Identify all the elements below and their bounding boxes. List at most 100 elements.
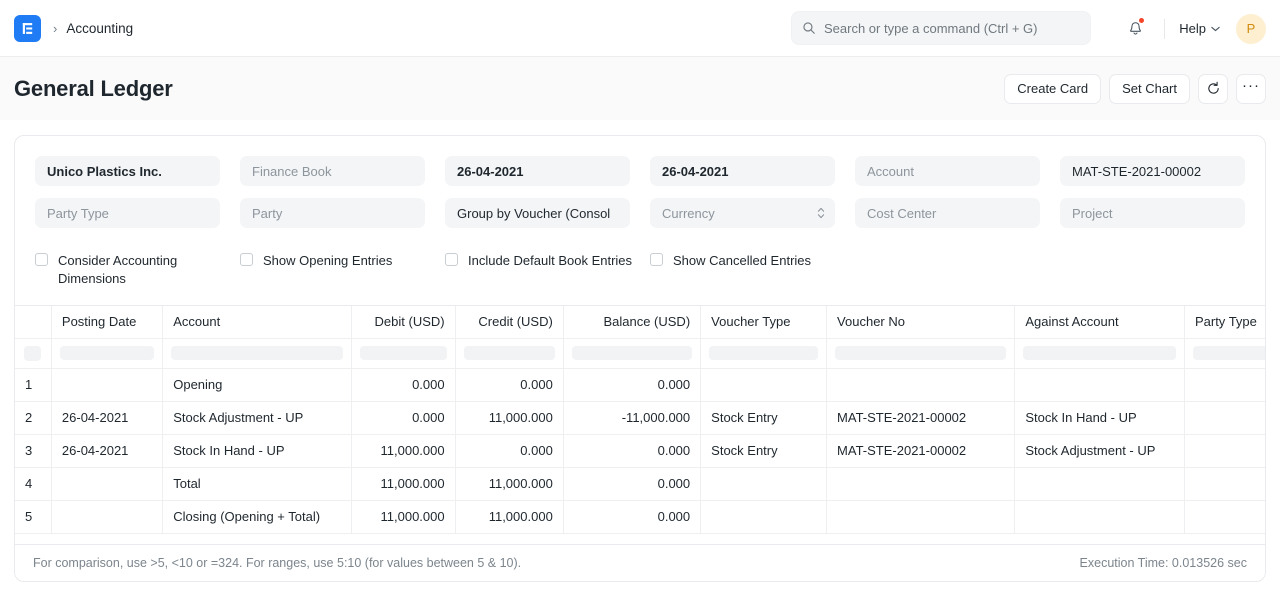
column-header-voucher_type[interactable]: Voucher Type [701, 306, 827, 338]
cell-against_account[interactable] [1015, 467, 1185, 500]
column-header-balance[interactable]: Balance (USD) [563, 306, 700, 338]
more-options-button[interactable]: ··· [1236, 74, 1266, 104]
cell-credit[interactable]: 11,000.000 [455, 500, 563, 533]
column-filter-input[interactable] [360, 346, 447, 360]
column-filter-input[interactable] [572, 346, 692, 360]
column-filter-party_type[interactable] [1184, 338, 1265, 368]
table-row[interactable]: 226-04-2021Stock Adjustment - UP0.00011,… [15, 401, 1265, 434]
table-row[interactable]: 326-04-2021Stock In Hand - UP11,000.0000… [15, 434, 1265, 467]
cell-balance[interactable]: 0.000 [563, 434, 700, 467]
cell-against_account[interactable]: Stock Adjustment - UP [1015, 434, 1185, 467]
cell-account[interactable]: Stock Adjustment - UP [163, 401, 351, 434]
column-filter-input[interactable] [709, 346, 818, 360]
checkbox-show-opening-entries[interactable]: Show Opening Entries [240, 252, 445, 270]
cell-debit[interactable]: 11,000.000 [351, 500, 455, 533]
column-header-account[interactable]: Account [163, 306, 351, 338]
cell-party_type[interactable] [1184, 368, 1265, 401]
column-header-debit[interactable]: Debit (USD) [351, 306, 455, 338]
filter-company[interactable]: Unico Plastics Inc. [35, 156, 220, 186]
column-header-posting_date[interactable]: Posting Date [51, 306, 162, 338]
set-chart-button[interactable]: Set Chart [1109, 74, 1190, 104]
cell-party_type[interactable] [1184, 434, 1265, 467]
column-header-party_type[interactable]: Party Type [1184, 306, 1265, 338]
column-filter-input[interactable] [60, 346, 154, 360]
cell-debit[interactable]: 11,000.000 [351, 467, 455, 500]
erpnext-logo-icon[interactable] [14, 15, 41, 42]
notifications-button[interactable] [1120, 14, 1150, 44]
cell-voucher_no[interactable]: MAT-STE-2021-00002 [827, 401, 1015, 434]
cell-credit[interactable]: 0.000 [455, 368, 563, 401]
column-filter-against_account[interactable] [1015, 338, 1185, 368]
filter-cost-center[interactable]: Cost Center [855, 198, 1040, 228]
cell-voucher_no[interactable] [827, 368, 1015, 401]
cell-debit[interactable]: 0.000 [351, 401, 455, 434]
report-table-scroll[interactable]: Posting DateAccountDebit (USD)Credit (US… [15, 305, 1265, 544]
cell-posting_date[interactable] [51, 368, 162, 401]
checkbox-include-default-book-entries-box[interactable] [445, 253, 458, 266]
cell-posting_date[interactable]: 26-04-2021 [51, 401, 162, 434]
cell-balance[interactable]: 0.000 [563, 500, 700, 533]
column-filter-idx[interactable] [15, 338, 51, 368]
cell-credit[interactable]: 11,000.000 [455, 467, 563, 500]
filter-party[interactable]: Party [240, 198, 425, 228]
cell-idx[interactable]: 2 [15, 401, 51, 434]
cell-account[interactable]: Closing (Opening + Total) [163, 500, 351, 533]
table-row[interactable]: 1Opening0.0000.0000.000 [15, 368, 1265, 401]
cell-posting_date[interactable] [51, 500, 162, 533]
column-filter-input[interactable] [171, 346, 342, 360]
column-filter-voucher_type[interactable] [701, 338, 827, 368]
checkbox-show-cancelled-entries-box[interactable] [650, 253, 663, 266]
cell-account[interactable]: Stock In Hand - UP [163, 434, 351, 467]
filter-group-by[interactable]: Group by Voucher (Consol [445, 198, 630, 228]
cell-voucher_no[interactable]: MAT-STE-2021-00002 [827, 434, 1015, 467]
cell-balance[interactable]: -11,000.000 [563, 401, 700, 434]
filter-to-date[interactable]: 26-04-2021 [650, 156, 835, 186]
cell-debit[interactable]: 11,000.000 [351, 434, 455, 467]
checkbox-include-default-book-entries[interactable]: Include Default Book Entries [445, 252, 650, 270]
checkbox-consider-accounting-dimensions-box[interactable] [35, 253, 48, 266]
global-search[interactable] [791, 11, 1091, 45]
cell-voucher_type[interactable] [701, 500, 827, 533]
cell-debit[interactable]: 0.000 [351, 368, 455, 401]
cell-account[interactable]: Total [163, 467, 351, 500]
column-filter-input[interactable] [24, 346, 41, 361]
cell-credit[interactable]: 11,000.000 [455, 401, 563, 434]
column-filter-posting_date[interactable] [51, 338, 162, 368]
checkbox-show-opening-entries-box[interactable] [240, 253, 253, 266]
cell-against_account[interactable] [1015, 500, 1185, 533]
cell-voucher_no[interactable] [827, 500, 1015, 533]
cell-idx[interactable]: 4 [15, 467, 51, 500]
filter-from-date[interactable]: 26-04-2021 [445, 156, 630, 186]
column-header-voucher_no[interactable]: Voucher No [827, 306, 1015, 338]
cell-voucher_type[interactable]: Stock Entry [701, 401, 827, 434]
filter-finance-book[interactable]: Finance Book [240, 156, 425, 186]
cell-balance[interactable]: 0.000 [563, 368, 700, 401]
search-input[interactable] [824, 21, 1080, 36]
column-header-credit[interactable]: Credit (USD) [455, 306, 563, 338]
filter-project[interactable]: Project [1060, 198, 1245, 228]
cell-voucher_no[interactable] [827, 467, 1015, 500]
filter-party-type[interactable]: Party Type [35, 198, 220, 228]
cell-party_type[interactable] [1184, 401, 1265, 434]
column-filter-input[interactable] [464, 346, 555, 360]
cell-voucher_type[interactable] [701, 467, 827, 500]
avatar[interactable]: P [1236, 14, 1266, 44]
help-menu[interactable]: Help [1179, 21, 1220, 36]
cell-posting_date[interactable] [51, 467, 162, 500]
column-filter-balance[interactable] [563, 338, 700, 368]
filter-voucher-no[interactable]: MAT-STE-2021-00002 [1060, 156, 1245, 186]
column-filter-voucher_no[interactable] [827, 338, 1015, 368]
create-card-button[interactable]: Create Card [1004, 74, 1101, 104]
cell-idx[interactable]: 5 [15, 500, 51, 533]
cell-against_account[interactable]: Stock In Hand - UP [1015, 401, 1185, 434]
column-filter-account[interactable] [163, 338, 351, 368]
filter-currency[interactable]: Currency [650, 198, 835, 228]
cell-party_type[interactable] [1184, 500, 1265, 533]
table-row[interactable]: 4Total11,000.00011,000.0000.000 [15, 467, 1265, 500]
filter-account[interactable]: Account [855, 156, 1040, 186]
cell-idx[interactable]: 1 [15, 368, 51, 401]
cell-voucher_type[interactable]: Stock Entry [701, 434, 827, 467]
column-filter-debit[interactable] [351, 338, 455, 368]
column-filter-input[interactable] [1023, 346, 1176, 360]
cell-credit[interactable]: 0.000 [455, 434, 563, 467]
